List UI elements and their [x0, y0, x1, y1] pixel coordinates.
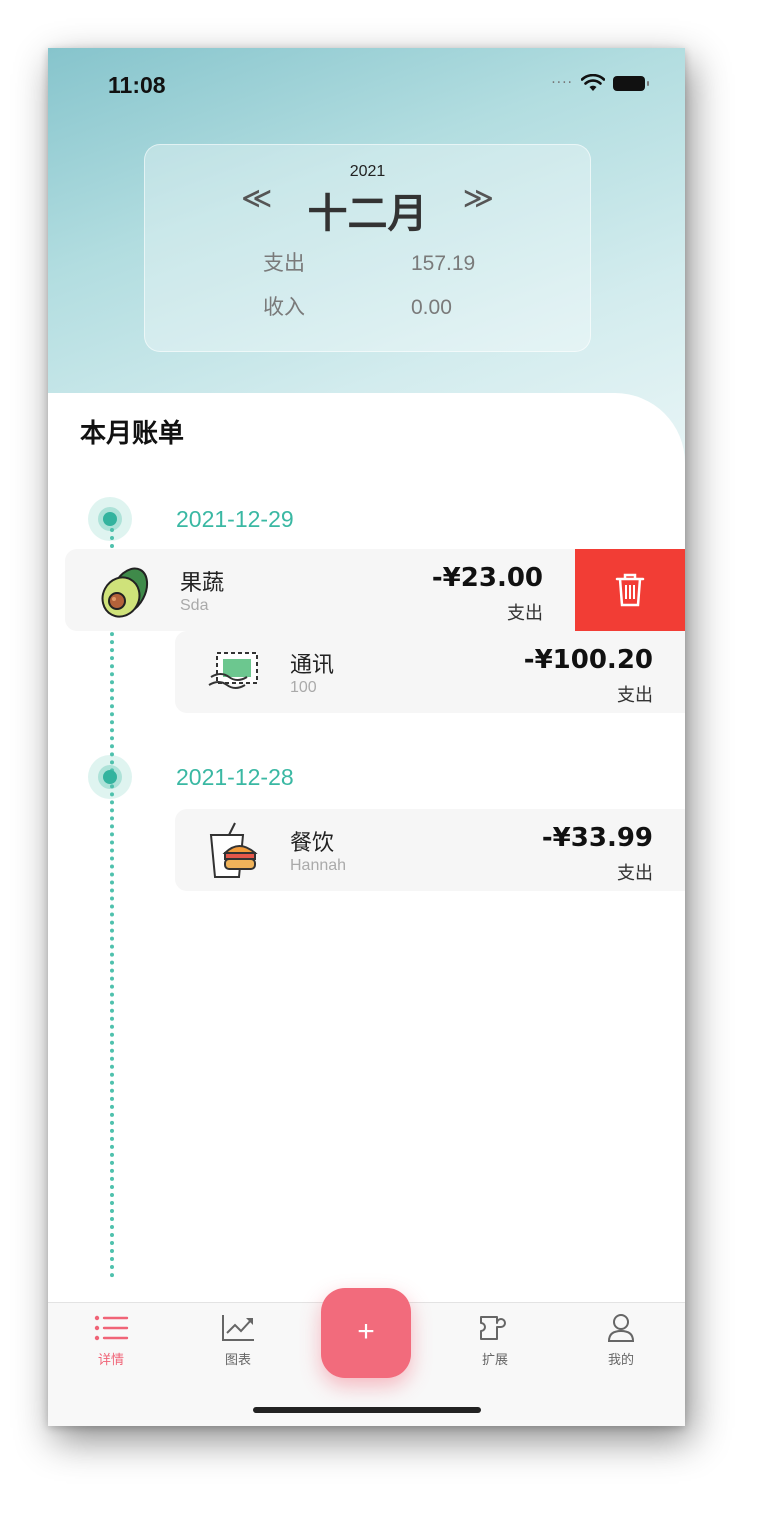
date-label: 2021-12-29	[176, 506, 294, 532]
next-month-button[interactable]: ≫	[463, 181, 494, 216]
status-time: 11:08	[108, 72, 166, 98]
trash-icon	[615, 573, 645, 607]
tab-extensions[interactable]: 扩展	[460, 1313, 530, 1368]
income-summary: 收入 0.00	[263, 291, 452, 321]
list-item[interactable]: 通讯 100 -¥100.20 支出	[175, 631, 685, 713]
income-value: 0.00	[411, 296, 452, 319]
item-type: 支出	[617, 863, 653, 884]
tab-label: 我的	[607, 1353, 634, 1368]
list-icon	[94, 1315, 129, 1341]
section-title: 本月账单	[80, 419, 185, 449]
add-bill-button[interactable]: +	[321, 1288, 411, 1378]
status-icons: ····	[551, 74, 649, 92]
tab-label: 图表	[224, 1353, 251, 1368]
list-item[interactable]: 餐饮 Hannah -¥33.99 支出	[175, 809, 685, 891]
timeline-line	[110, 528, 114, 1278]
user-icon	[607, 1314, 635, 1342]
tab-label: 详情	[97, 1353, 124, 1368]
item-category: 果蔬	[180, 571, 225, 596]
wifi-icon	[581, 74, 605, 91]
timeline-node	[88, 497, 132, 541]
expense-label: 支出	[263, 251, 305, 275]
item-amount: -¥33.99	[541, 823, 653, 853]
month-title: 十二月	[307, 191, 428, 237]
home-indicator	[253, 1407, 481, 1413]
tab-label: 扩展	[481, 1353, 508, 1368]
item-note: 100	[290, 679, 317, 696]
tab-details[interactable]: 详情	[76, 1313, 146, 1368]
battery-icon	[613, 75, 649, 91]
item-type: 支出	[507, 603, 543, 624]
signal-dots-icon: ····	[551, 75, 573, 91]
date-label: 2021-12-28	[176, 764, 294, 790]
burger-drink-icon	[209, 822, 258, 878]
tab-charts[interactable]: 图表	[203, 1313, 273, 1368]
timeline-node	[88, 755, 132, 799]
puzzle-icon	[480, 1316, 506, 1340]
bills-panel: 本月账单	[48, 393, 685, 1426]
income-label: 收入	[263, 295, 305, 319]
phone-screen: 11:08 ···· 2021 ≪ 十二月 ≫ 支出 157.19 收入 0.00 …	[48, 48, 685, 1426]
avocado-icon	[101, 567, 149, 618]
expense-summary: 支出 157.19	[263, 247, 475, 277]
list-item[interactable]: 果蔬 Sda -¥23.00 支出	[65, 549, 575, 631]
item-amount: -¥23.00	[431, 563, 543, 593]
delete-button[interactable]	[575, 549, 685, 631]
item-amount: -¥100.20	[523, 645, 653, 675]
chart-icon	[222, 1315, 254, 1341]
month-summary-card: 2021 ≪ 十二月 ≫ 支出 157.19 收入 0.00	[144, 144, 591, 352]
item-category: 餐饮	[290, 831, 335, 856]
item-note: Hannah	[290, 857, 347, 874]
expense-value: 157.19	[411, 252, 476, 275]
item-category: 通讯	[290, 653, 335, 678]
tab-profile[interactable]: 我的	[586, 1313, 656, 1368]
stamp-icon	[208, 652, 258, 689]
year-label: 2021	[349, 163, 386, 180]
item-note: Sda	[180, 597, 209, 614]
item-type: 支出	[617, 685, 653, 706]
